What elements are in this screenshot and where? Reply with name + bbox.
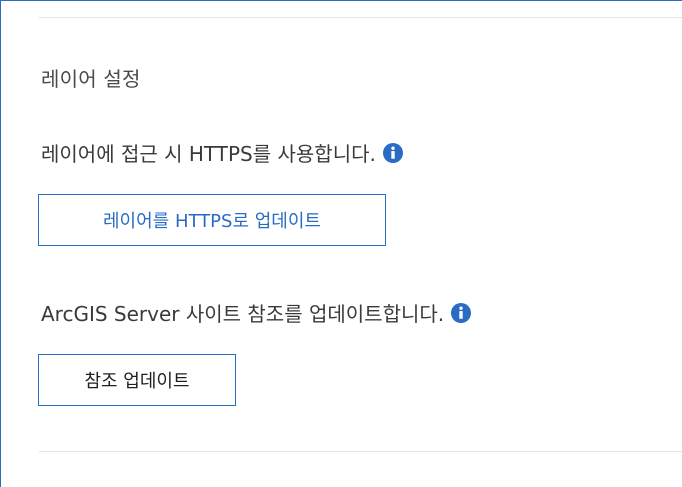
settings-panel: 레이어 설정 레이어에 접근 시 HTTPS를 사용합니다. 레이어를 HTTP…	[0, 0, 682, 487]
info-icon[interactable]	[382, 142, 403, 163]
bottom-divider	[39, 451, 682, 452]
update-layers-https-button[interactable]: 레이어를 HTTPS로 업데이트	[38, 194, 386, 246]
https-description-row: 레이어에 접근 시 HTTPS를 사용합니다.	[41, 138, 403, 167]
refs-description-row: ArcGIS Server 사이트 참조를 업데이트합니다.	[41, 298, 472, 327]
https-description: 레이어에 접근 시 HTTPS를 사용합니다.	[41, 142, 376, 166]
refs-description: ArcGIS Server 사이트 참조를 업데이트합니다.	[41, 302, 445, 326]
top-divider	[39, 17, 682, 18]
info-icon[interactable]	[451, 302, 472, 323]
update-references-button[interactable]: 참조 업데이트	[38, 354, 236, 406]
section-title: 레이어 설정	[41, 67, 141, 91]
